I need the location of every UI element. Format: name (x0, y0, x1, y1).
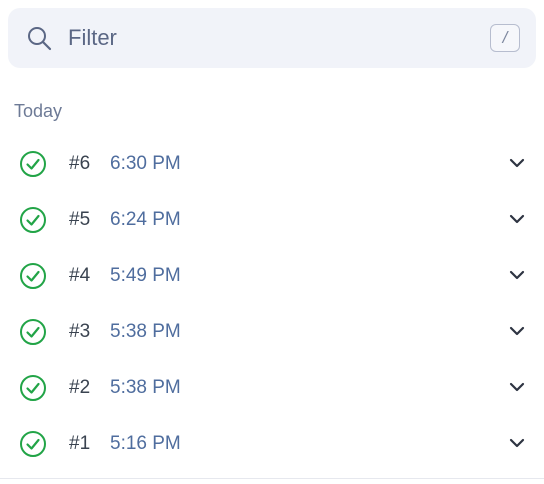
filter-bar[interactable]: / (8, 8, 536, 68)
shortcut-key-hint: / (490, 24, 520, 52)
run-number: #1 (69, 433, 91, 454)
run-item[interactable]: #1 5:16 PM (0, 416, 544, 472)
run-number: #6 (69, 153, 91, 174)
run-list: #6 6:30 PM #5 6:24 PM #4 5:49 PM #3 5:38… (0, 136, 544, 472)
run-item[interactable]: #2 5:38 PM (0, 360, 544, 416)
check-circle-icon (20, 375, 46, 401)
run-time: 5:38 PM (110, 377, 181, 398)
search-icon (28, 27, 52, 51)
chevron-down-icon[interactable] (508, 268, 526, 282)
check-circle-icon (20, 263, 46, 289)
filter-input[interactable] (68, 22, 468, 54)
chevron-down-icon[interactable] (508, 436, 526, 450)
check-circle-icon (20, 207, 46, 233)
run-item[interactable]: #6 6:30 PM (0, 136, 544, 192)
section-label-today: Today (14, 101, 63, 121)
check-circle-icon (20, 431, 46, 457)
check-circle-icon (20, 319, 46, 345)
run-time: 6:24 PM (110, 209, 181, 230)
check-circle-icon (20, 151, 46, 177)
chevron-down-icon[interactable] (508, 380, 526, 394)
run-item[interactable]: #5 6:24 PM (0, 192, 544, 248)
run-number: #2 (69, 377, 91, 398)
chevron-down-icon[interactable] (508, 212, 526, 226)
divider (0, 478, 544, 479)
run-item[interactable]: #4 5:49 PM (0, 248, 544, 304)
run-number: #3 (69, 321, 91, 342)
run-number: #4 (69, 265, 91, 286)
run-time: 6:30 PM (110, 153, 181, 174)
run-time: 5:16 PM (110, 433, 181, 454)
run-number: #5 (69, 209, 91, 230)
chevron-down-icon[interactable] (508, 324, 526, 338)
run-history-panel: / Today #6 6:30 PM #5 6:24 PM (0, 0, 544, 484)
run-time: 5:38 PM (110, 321, 181, 342)
run-item[interactable]: #3 5:38 PM (0, 304, 544, 360)
chevron-down-icon[interactable] (508, 156, 526, 170)
run-time: 5:49 PM (110, 265, 181, 286)
